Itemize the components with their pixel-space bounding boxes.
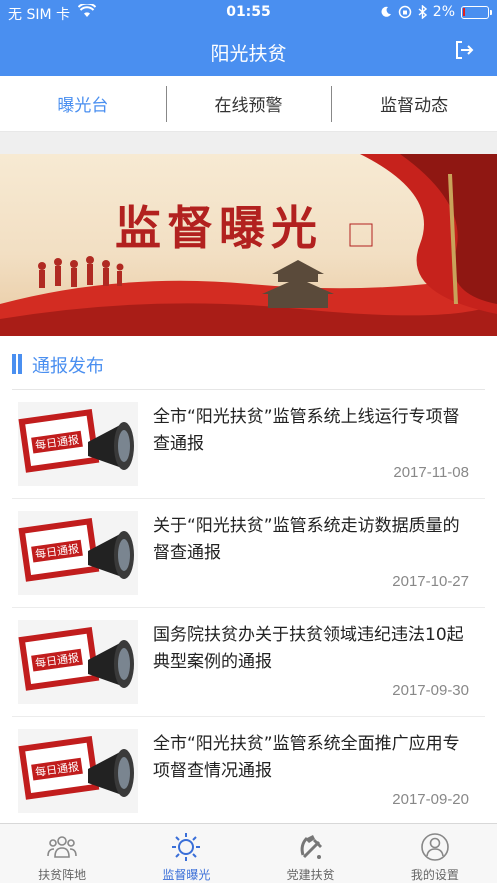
news-date: 2017-11-08 — [393, 464, 469, 481]
logout-icon[interactable] — [453, 39, 475, 61]
section-title: 通报发布 — [32, 356, 104, 377]
news-item[interactable]: 每日通报 关于“阳光扶贫”监管系统走访数据质量的督查通报 2017-10-27 — [0, 499, 497, 608]
battery-percent: 2% — [432, 4, 455, 20]
tab-online-warning[interactable]: 在线预警 — [165, 76, 332, 131]
news-thumbnail: 每日通报 — [18, 402, 138, 486]
news-date: 2017-09-20 — [392, 791, 469, 808]
people-icon — [47, 836, 77, 858]
orientation-lock-icon — [398, 5, 412, 19]
section-header: 通报发布 — [0, 336, 497, 390]
nav-bar: 阳光扶贫 — [0, 26, 497, 76]
section-marker — [12, 354, 16, 374]
news-item[interactable]: 每日通报 国务院扶贫办关于扶贫领域违纪违法10起典型案例的通报 2017-09-… — [0, 608, 497, 717]
status-bar: 无 SIM 卡 01:55 2% — [0, 0, 497, 26]
tab-supervision-exposure[interactable]: 监督曝光 — [124, 824, 248, 883]
news-date: 2017-09-30 — [392, 682, 469, 699]
news-title: 国务院扶贫办关于扶贫领域违纪违法10起典型案例的通报 — [153, 625, 464, 672]
tab-party-poverty[interactable]: 党建扶贫 — [249, 824, 373, 883]
news-title: 全市“阳光扶贫”监管系统上线运行专项督查通报 — [153, 407, 460, 454]
section-marker — [18, 354, 22, 374]
news-item[interactable]: 每日通报 全市“阳光扶贫”监管系统全面推广应用专项督查情况通报 2017-09-… — [0, 717, 497, 826]
news-title: 关于“阳光扶贫”监管系统走访数据质量的督查通报 — [153, 516, 460, 563]
bluetooth-icon — [418, 5, 427, 19]
user-icon — [421, 833, 449, 861]
tab-poverty-base[interactable]: 扶贫阵地 — [0, 824, 124, 883]
news-list: 每日通报 全市“阳光扶贫”监管系统上线运行专项督查通报 2017-11-08 每… — [0, 390, 497, 826]
tab-label: 我的设置 — [410, 868, 459, 882]
divider — [0, 132, 497, 154]
news-item[interactable]: 每日通报 全市“阳光扶贫”监管系统上线运行专项督查通报 2017-11-08 — [0, 390, 497, 499]
banner-title: 监督曝光 — [115, 201, 323, 255]
moon-icon — [381, 6, 391, 17]
tab-label: 监督曝光 — [162, 868, 211, 882]
tab-label: 扶贫阵地 — [38, 868, 87, 882]
segment-tabs: 曝光台 在线预警 监督动态 — [0, 76, 497, 132]
sun-icon — [172, 833, 201, 861]
party-emblem-icon — [300, 835, 322, 859]
tab-my-settings[interactable]: 我的设置 — [373, 824, 497, 883]
bottom-tab-bar: 扶贫阵地 监督曝光 党建扶贫 我的设置 — [0, 823, 497, 883]
news-thumbnail: 每日通报 — [18, 729, 138, 813]
news-thumbnail: 每日通报 — [18, 620, 138, 704]
battery-icon — [461, 5, 492, 19]
news-date: 2017-10-27 — [392, 573, 469, 590]
tab-exposure[interactable]: 曝光台 — [0, 76, 166, 131]
tab-supervision-news[interactable]: 监督动态 — [331, 76, 497, 131]
page-title: 阳光扶贫 — [210, 43, 287, 65]
news-title: 全市“阳光扶贫”监管系统全面推广应用专项督查情况通报 — [153, 734, 460, 781]
tab-label: 党建扶贫 — [286, 868, 335, 882]
news-thumbnail: 每日通报 — [18, 511, 138, 595]
banner-image[interactable]: 监督曝光 — [0, 154, 497, 336]
